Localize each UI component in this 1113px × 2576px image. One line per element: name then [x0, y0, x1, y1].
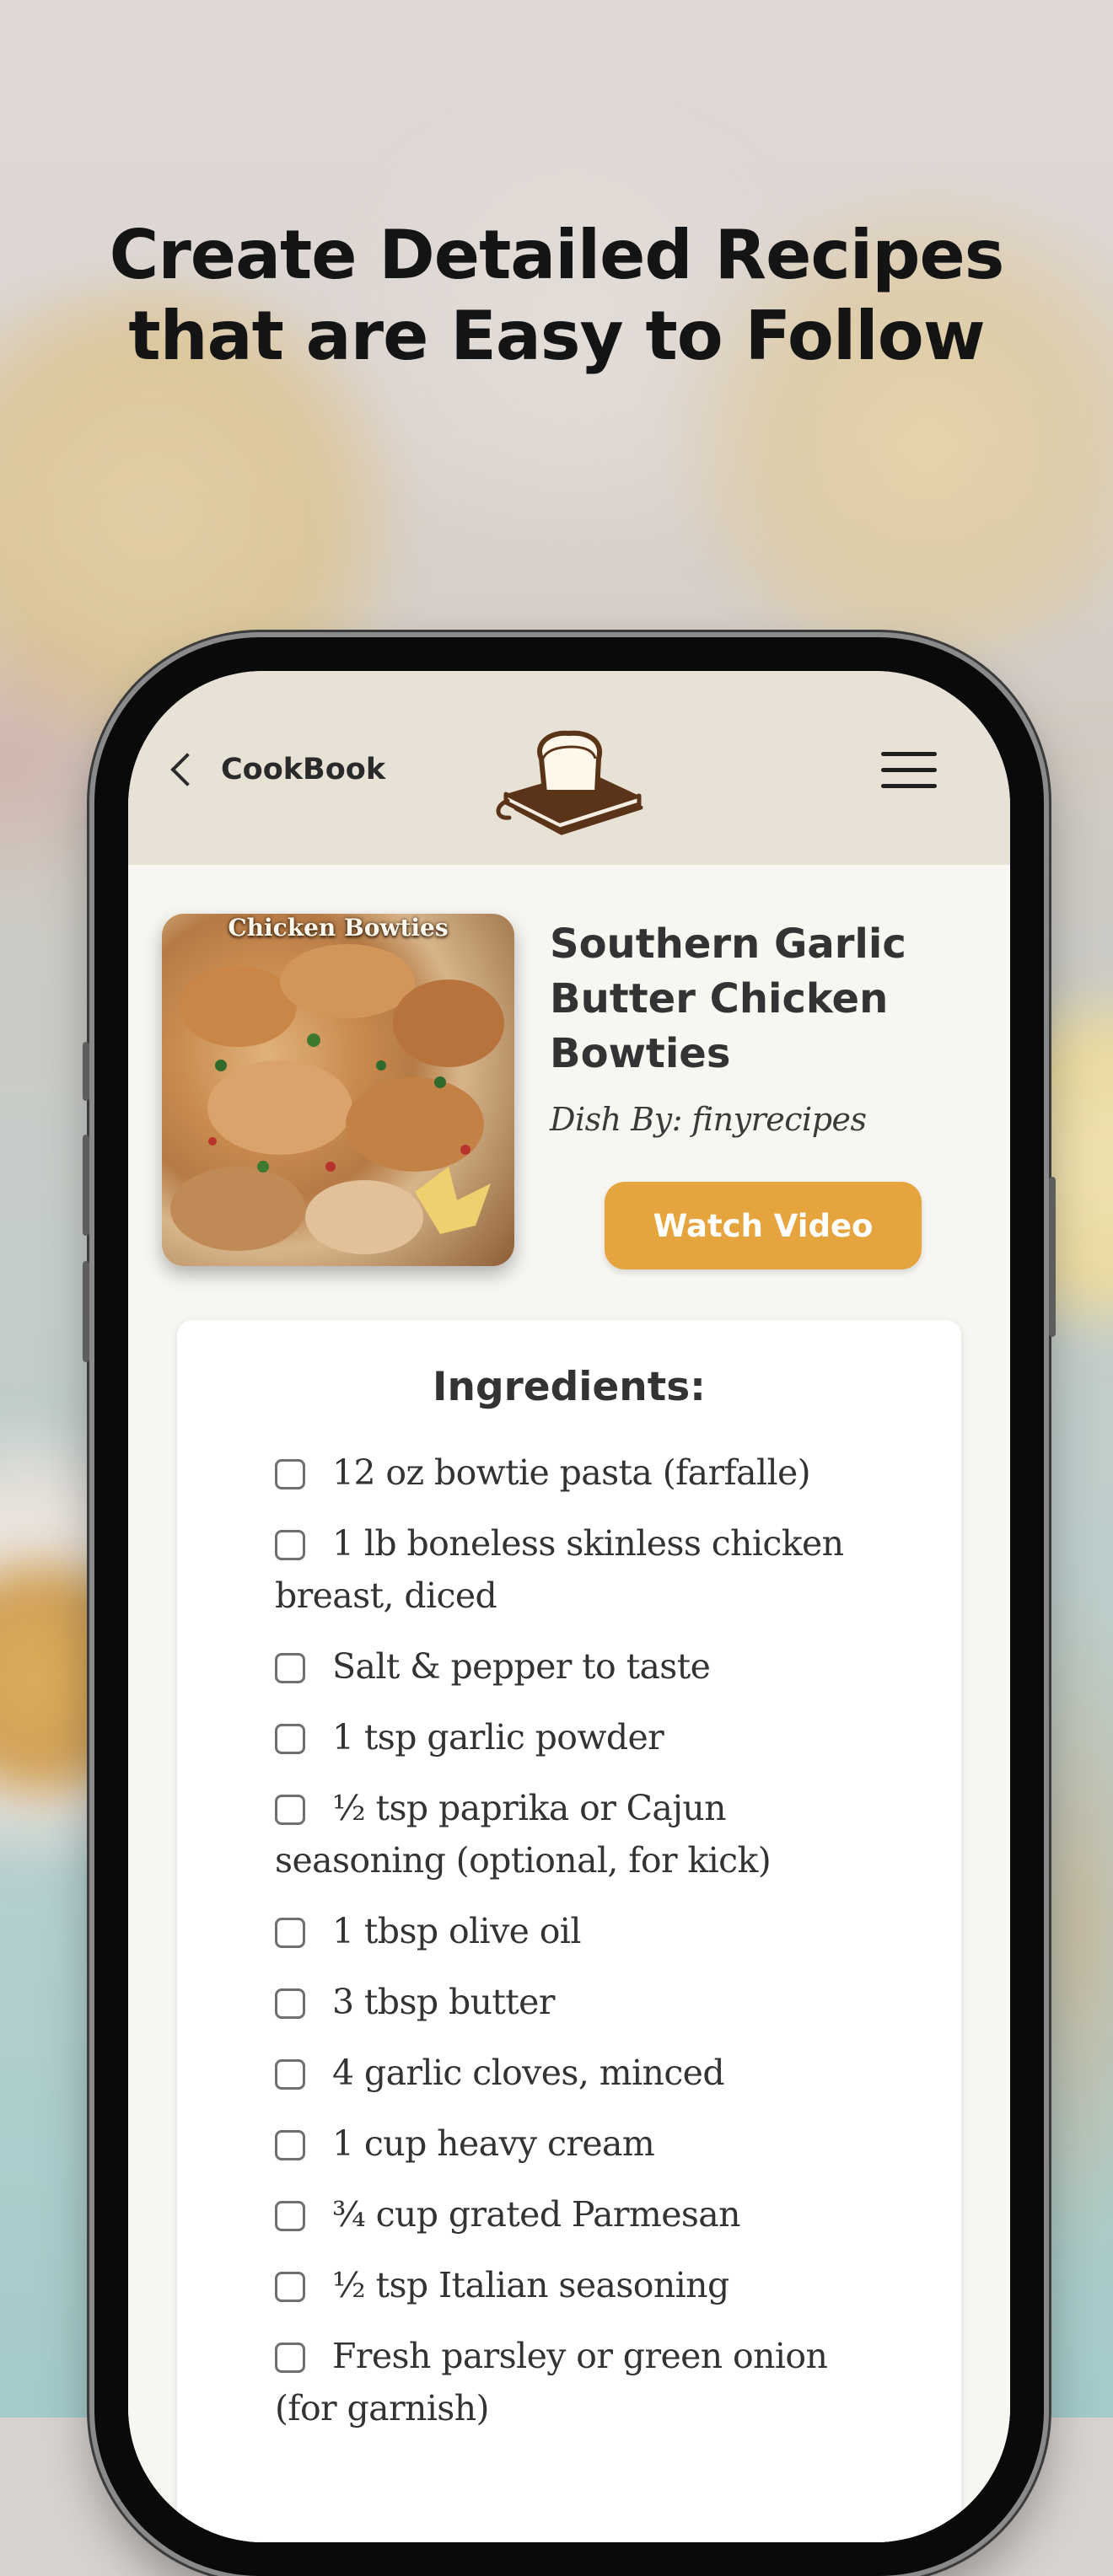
ingredient-label: 1 lb boneless skinless chicken breast, d…: [275, 1523, 844, 1616]
phone-volume-up-button: [83, 1135, 89, 1236]
ingredient-label: 4 garlic cloves, minced: [332, 2053, 725, 2093]
ingredient-label: 1 tbsp olive oil: [332, 1911, 581, 1951]
ingredient-item: 1 cup heavy cream: [275, 2117, 882, 2170]
ingredient-item: 1 lb boneless skinless chicken breast, d…: [275, 1517, 882, 1622]
ingredient-checkbox[interactable]: [275, 1653, 305, 1683]
bread-book-logo-icon: [496, 730, 643, 835]
recipe-title: Southern Garlic Butter Chicken Bowties: [550, 920, 906, 1077]
back-button[interactable]: CookBook: [169, 749, 385, 791]
back-button-label: CookBook: [221, 753, 386, 786]
ingredient-checkbox[interactable]: [275, 1530, 305, 1560]
ingredient-checkbox[interactable]: [275, 1459, 305, 1489]
ingredient-item: Salt & pepper to taste: [275, 1640, 882, 1693]
ingredient-label: ½ tsp Italian seasoning: [332, 2265, 729, 2305]
promo-headline: Create Detailed Recipes that are Easy to…: [0, 215, 1113, 377]
ingredient-item: Fresh parsley or green onion (for garnis…: [275, 2330, 882, 2434]
ingredient-checkbox[interactable]: [275, 1724, 305, 1754]
ingredient-item: 4 garlic cloves, minced: [275, 2047, 882, 2099]
ingredient-label: ½ tsp paprika or Cajun seasoning (option…: [275, 1788, 772, 1881]
recipe-photo-caption: Chicken Bowties: [228, 914, 449, 942]
ingredient-item: ½ tsp Italian seasoning: [275, 2259, 882, 2311]
ingredient-item: 1 tbsp olive oil: [275, 1905, 882, 1957]
ingredient-checkbox[interactable]: [275, 1988, 305, 2019]
ingredient-checkbox[interactable]: [275, 2059, 305, 2090]
ingredient-checkbox[interactable]: [275, 2201, 305, 2231]
hamburger-menu-button[interactable]: [881, 752, 937, 791]
ingredient-checkbox[interactable]: [275, 1918, 305, 1948]
ingredient-label: Fresh parsley or green onion (for garnis…: [275, 2336, 828, 2428]
ingredients-list: 12 oz bowtie pasta (farfalle) 1 lb bonel…: [275, 1446, 882, 2453]
phone-volume-down-button: [83, 1261, 89, 1362]
recipe-photo-art: [170, 944, 504, 1254]
ingredient-item: ½ tsp paprika or Cajun seasoning (option…: [275, 1782, 882, 1886]
app-screen: CookBook Chicken Bowties Southern Garlic…: [128, 671, 1010, 2542]
phone-power-button: [1049, 1177, 1056, 1337]
ingredient-label: 1 tsp garlic powder: [332, 1717, 664, 1758]
phone-action-button: [83, 1042, 89, 1101]
ingredient-item: 3 tbsp butter: [275, 1976, 882, 2028]
ingredient-checkbox[interactable]: [275, 2272, 305, 2302]
ingredient-item: 12 oz bowtie pasta (farfalle): [275, 1446, 882, 1499]
ingredient-label: 12 oz bowtie pasta (farfalle): [332, 1452, 811, 1493]
ingredient-item: 1 tsp garlic powder: [275, 1711, 882, 1763]
ingredient-checkbox[interactable]: [275, 1795, 305, 1825]
ingredient-label: Salt & pepper to taste: [332, 1646, 711, 1687]
ingredient-label: 3 tbsp butter: [332, 1982, 555, 2022]
ingredient-checkbox[interactable]: [275, 2130, 305, 2160]
ingredients-heading: Ingredients:: [433, 1364, 706, 1410]
headline-line-1: Create Detailed Recipes: [109, 216, 1005, 294]
chevron-left-icon: [170, 753, 204, 786]
recipe-content: Chicken Bowties Southern Garlic Butter C…: [128, 865, 1010, 2542]
ingredient-label: ¾ cup grated Parmesan: [332, 2194, 741, 2235]
watch-video-button[interactable]: Watch Video: [605, 1182, 922, 1269]
recipe-author: Dish By: finyrecipes: [550, 1101, 867, 1138]
ingredients-card: Ingredients: 12 oz bowtie pasta (farfall…: [177, 1320, 961, 2542]
ingredient-item: ¾ cup grated Parmesan: [275, 2188, 882, 2241]
app-header: CookBook: [128, 671, 1010, 865]
recipe-photo: Chicken Bowties: [162, 914, 514, 1266]
ingredient-label: 1 cup heavy cream: [332, 2123, 655, 2164]
ingredient-checkbox[interactable]: [275, 2343, 305, 2373]
phone-frame: CookBook Chicken Bowties Southern Garlic…: [83, 637, 1056, 2576]
headline-line-2: that are Easy to Follow: [128, 297, 985, 375]
